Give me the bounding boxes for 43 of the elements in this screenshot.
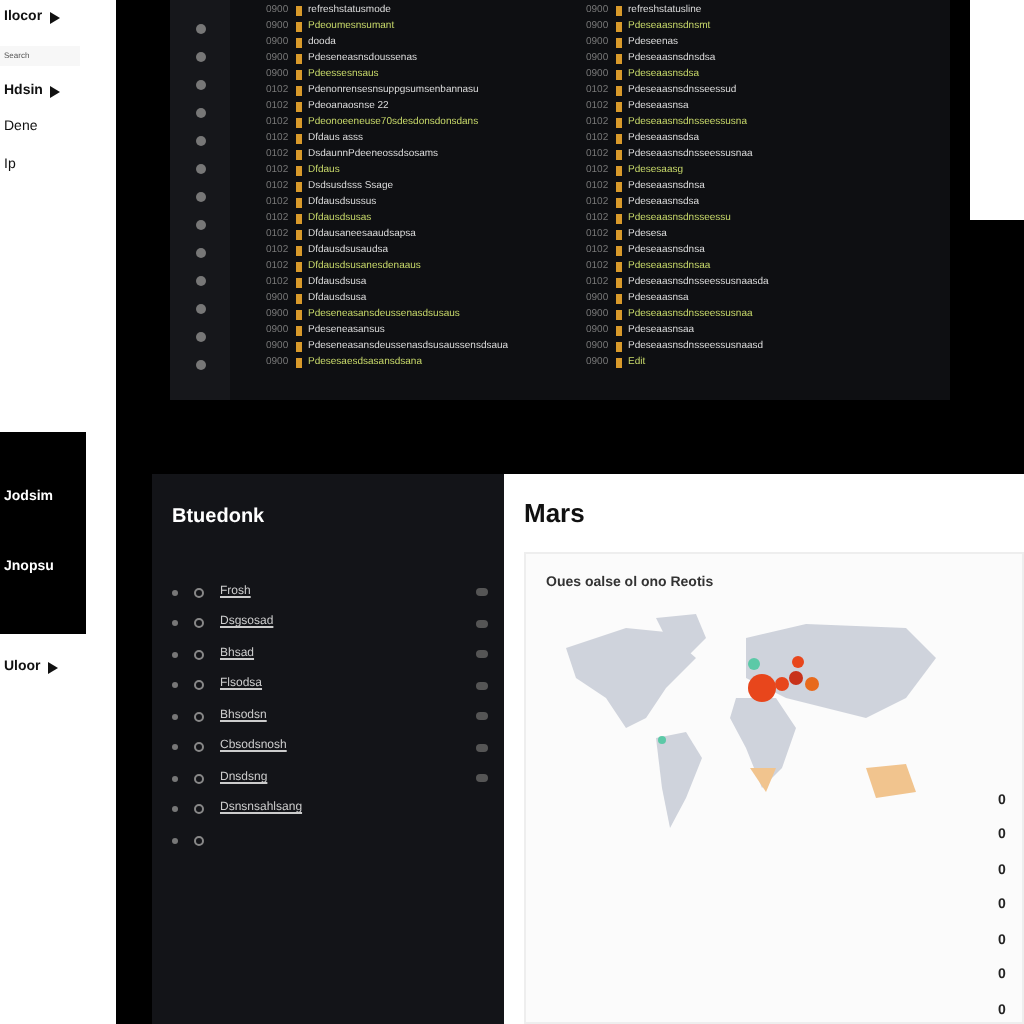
bullet-icon: [172, 837, 178, 844]
line-marker-icon: [195, 136, 205, 146]
line-marker-icon: [195, 248, 205, 258]
item-icon: [194, 804, 204, 815]
caret-icon: [48, 662, 59, 675]
eye-icon[interactable]: [476, 774, 488, 783]
eye-icon[interactable]: [476, 588, 488, 597]
line-marker-icon: [195, 192, 205, 202]
eye-icon[interactable]: [476, 712, 488, 721]
line-marker-icon: [195, 24, 205, 34]
line-marker-icon: [195, 276, 205, 286]
item-icon: [194, 649, 204, 660]
bullet-icon: [172, 651, 178, 658]
item-icon: [194, 711, 204, 722]
line-marker-icon: [195, 164, 205, 174]
item-icon: [194, 773, 204, 784]
item-icon: [194, 680, 204, 691]
item-icon: [194, 835, 204, 846]
line-marker-icon: [195, 220, 205, 230]
eye-icon[interactable]: [476, 743, 488, 752]
eye-icon[interactable]: [476, 619, 488, 628]
panel-title: Mars: [524, 495, 587, 531]
bullet-icon: [172, 682, 178, 689]
item-icon: [194, 618, 204, 629]
line-marker-icon: [195, 80, 205, 90]
bullet-icon: [172, 744, 178, 751]
item-icon: [194, 742, 204, 753]
line-marker-icon: [195, 108, 205, 118]
line-marker-icon: [195, 304, 205, 314]
bullet-icon: [172, 620, 178, 627]
bullet-icon: [172, 775, 178, 782]
eye-icon[interactable]: [476, 681, 488, 690]
caret-icon: [50, 12, 61, 25]
bullet-icon: [172, 806, 178, 813]
line-marker-icon: [195, 52, 205, 62]
item-icon: [194, 587, 204, 598]
line-marker-icon: [195, 332, 205, 342]
caret-icon: [50, 85, 61, 98]
line-marker-icon: [195, 360, 205, 370]
bullet-icon: [172, 713, 178, 720]
panel-title: Btuedonk: [172, 503, 267, 531]
bullet-icon: [172, 589, 178, 596]
eye-icon[interactable]: [476, 650, 488, 659]
